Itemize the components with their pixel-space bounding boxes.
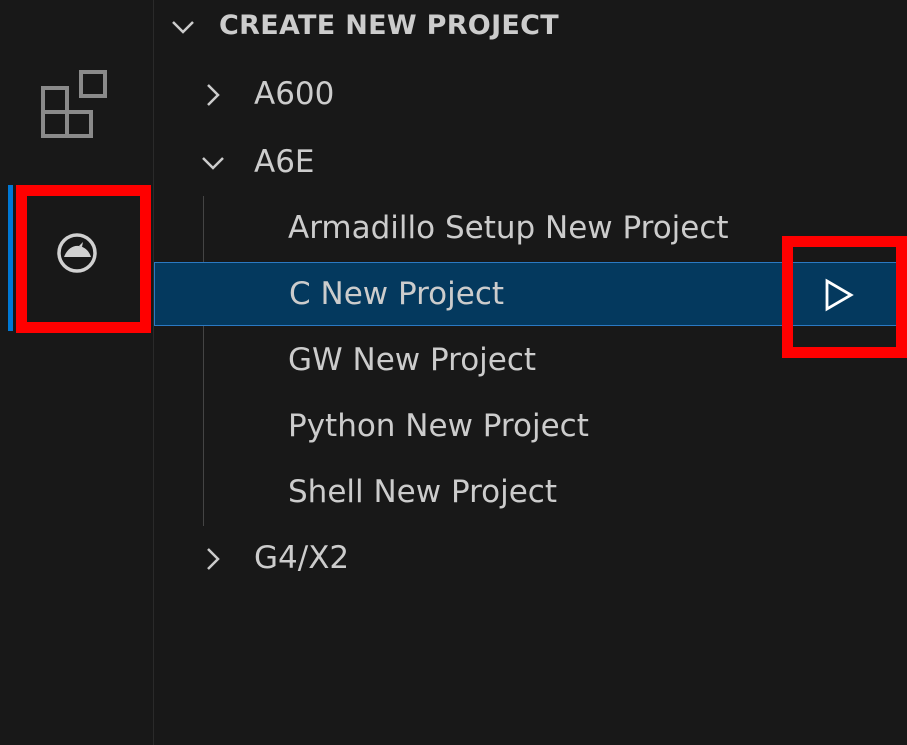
create-project-tree: CREATE NEW PROJECT A600 A6E Armadillo Se… bbox=[154, 0, 907, 745]
tree-item-label: A6E bbox=[254, 144, 315, 180]
tree-item-label: Armadillo Setup New Project bbox=[288, 210, 729, 246]
section-title: CREATE NEW PROJECT bbox=[219, 9, 559, 41]
tree-item-label: G4/X2 bbox=[254, 540, 350, 576]
tree-item-label: Shell New Project bbox=[288, 474, 558, 510]
tree-item-g4-x2[interactable]: G4/X2 bbox=[154, 526, 907, 590]
highlight-box-run bbox=[782, 236, 907, 358]
tree-item-label: C New Project bbox=[289, 276, 505, 312]
section-header[interactable]: CREATE NEW PROJECT bbox=[154, 0, 907, 54]
highlight-box-armadillo bbox=[16, 185, 151, 333]
chevron-down-icon bbox=[172, 21, 194, 34]
tree-item-shell-new-project[interactable]: Shell New Project bbox=[154, 460, 907, 524]
vscode-window: CREATE NEW PROJECT A600 A6E Armadillo Se… bbox=[0, 0, 907, 745]
chevron-right-icon bbox=[207, 84, 220, 106]
tree-item-a600[interactable]: A600 bbox=[154, 62, 907, 126]
extensions-icon bbox=[40, 70, 107, 138]
tree-item-label: GW New Project bbox=[288, 342, 537, 378]
tree-item-label: A600 bbox=[254, 76, 335, 112]
activity-bar bbox=[0, 0, 153, 745]
tree-item-label: Python New Project bbox=[288, 408, 589, 444]
chevron-down-icon bbox=[202, 157, 224, 170]
chevron-right-icon bbox=[207, 548, 220, 570]
tree-item-python-new-project[interactable]: Python New Project bbox=[154, 394, 907, 458]
extensions-activity-button[interactable] bbox=[0, 38, 153, 170]
tree-item-a6e[interactable]: A6E bbox=[154, 130, 907, 194]
